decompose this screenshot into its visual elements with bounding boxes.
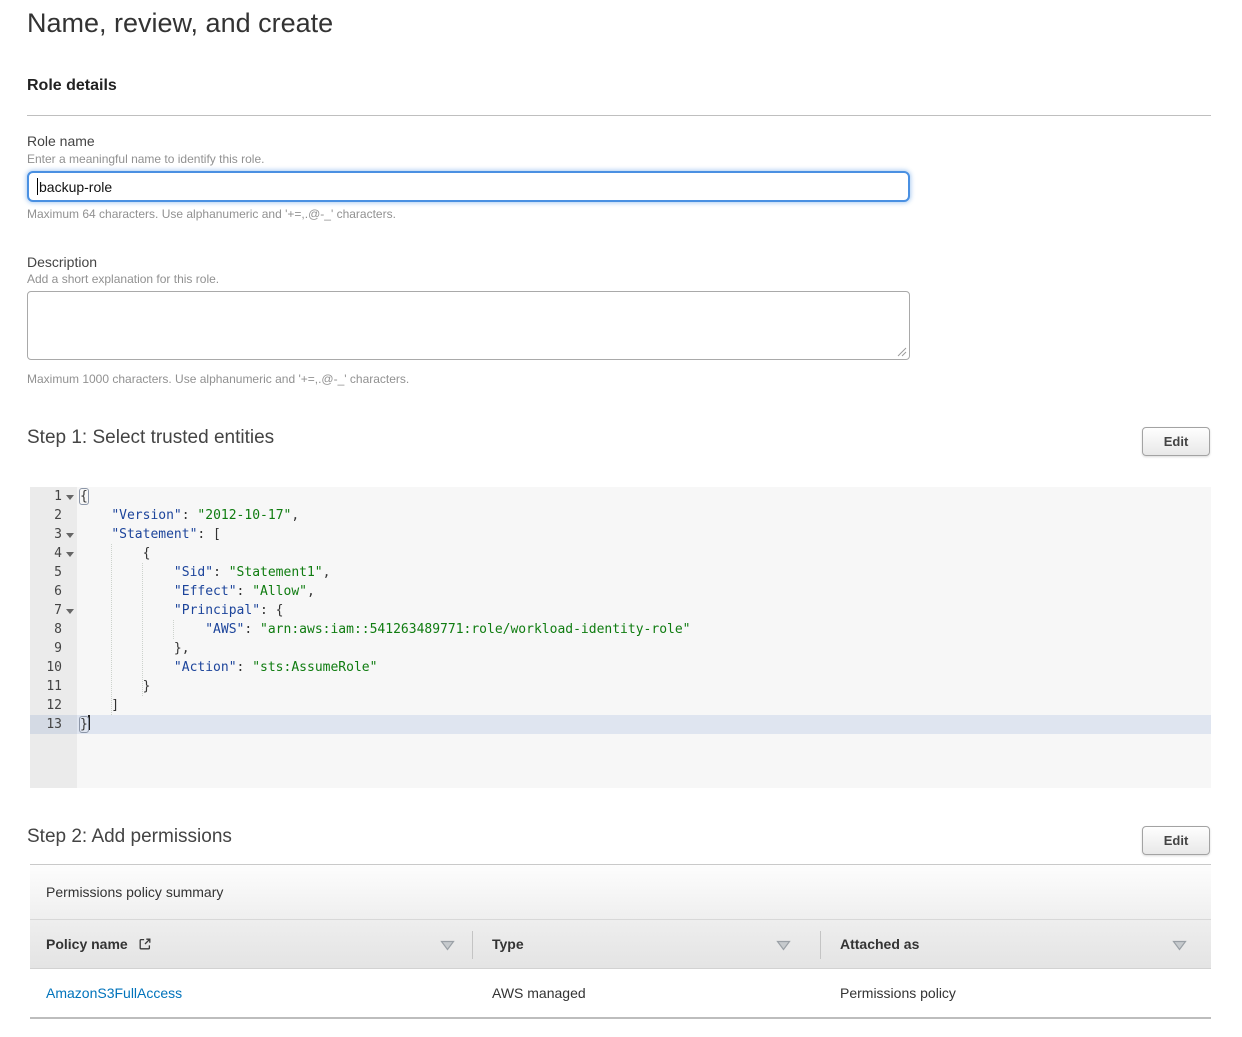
role-name-label: Role name <box>27 133 95 149</box>
gutter-line-number: 11 <box>30 677 77 696</box>
column-header-attached-as: Attached as <box>840 920 919 968</box>
step2-edit-button[interactable]: Edit <box>1142 826 1210 855</box>
step2-heading: Step 2: Add permissions <box>27 826 232 848</box>
gutter-line-number: 8 <box>30 620 77 639</box>
role-name-input[interactable]: backup-role <box>27 171 910 202</box>
permissions-panel-title: Permissions policy summary <box>46 865 223 919</box>
table-body: AmazonS3FullAccess AWS managed Permissions… <box>30 969 1211 1019</box>
gutter-line-number: 9 <box>30 639 77 658</box>
text-cursor <box>37 178 38 195</box>
role-details-divider <box>27 115 1211 116</box>
code-gutter: 12345678910111213 <box>30 487 77 788</box>
permissions-panel-header: Permissions policy summary <box>30 865 1211 919</box>
column-header-policy-name: Policy name <box>46 920 152 968</box>
gutter-line-number: 6 <box>30 582 77 601</box>
resize-handle-icon[interactable] <box>896 346 907 357</box>
description-label: Description <box>27 254 97 270</box>
role-name-value: backup-role <box>39 179 112 195</box>
description-hint: Maximum 1000 characters. Use alphanumeri… <box>27 372 409 386</box>
permissions-table-header: Policy name Type Attached as <box>30 919 1211 969</box>
policy-type-cell: AWS managed <box>492 969 586 1017</box>
trust-policy-editor[interactable]: 12345678910111213 { "Version": "2012-10-… <box>30 487 1211 788</box>
text-cursor <box>88 715 90 730</box>
step1-edit-button[interactable]: Edit <box>1142 427 1210 456</box>
gutter-line-number: 10 <box>30 658 77 677</box>
description-input[interactable] <box>27 291 910 360</box>
column-header-type: Type <box>492 920 524 968</box>
fold-caret-icon[interactable] <box>66 609 74 614</box>
gutter-line-number: 7 <box>30 601 77 620</box>
gutter-line-number: 1 <box>30 487 77 506</box>
code-line: } <box>77 677 1211 696</box>
gutter-line-number: 5 <box>30 563 77 582</box>
gutter-line-number: 3 <box>30 525 77 544</box>
code-line: "Statement": [ <box>77 525 1211 544</box>
fold-caret-icon[interactable] <box>66 552 74 557</box>
table-row: AmazonS3FullAccess AWS managed Permissions… <box>30 969 1211 1019</box>
gutter-line-number: 13 <box>30 715 77 734</box>
filter-triangle-icon[interactable] <box>1172 940 1187 951</box>
code-line: "Principal": { <box>77 601 1211 620</box>
gutter-line-number: 12 <box>30 696 77 715</box>
fold-caret-icon[interactable] <box>66 533 74 538</box>
code-line: "Action": "sts:AssumeRole" <box>77 658 1211 677</box>
role-name-hint: Maximum 64 characters. Use alphanumeric … <box>27 207 396 221</box>
column-separator <box>472 931 473 959</box>
description-help: Add a short explanation for this role. <box>27 272 219 286</box>
role-details-heading: Role details <box>27 77 117 95</box>
code-line: "Sid": "Statement1", <box>77 563 1211 582</box>
code-line: "Effect": "Allow", <box>77 582 1211 601</box>
code-line: { <box>77 487 1211 506</box>
external-link-icon[interactable] <box>138 937 152 951</box>
code-line: }, <box>77 639 1211 658</box>
code-lines: { "Version": "2012-10-17", "Statement": … <box>77 487 1211 734</box>
page-title: Name, review, and create <box>27 8 333 39</box>
policy-name-link[interactable]: AmazonS3FullAccess <box>46 969 182 1017</box>
role-name-help: Enter a meaningful name to identify this… <box>27 152 264 166</box>
fold-caret-icon[interactable] <box>66 495 74 500</box>
code-line: { <box>77 544 1211 563</box>
filter-triangle-icon[interactable] <box>776 940 791 951</box>
code-line: } <box>77 715 1211 734</box>
gutter-line-number: 4 <box>30 544 77 563</box>
step1-heading: Step 1: Select trusted entities <box>27 427 274 449</box>
code-line: ] <box>77 696 1211 715</box>
gutter-line-number: 2 <box>30 506 77 525</box>
code-line: "AWS": "arn:aws:iam::541263489771:role/w… <box>77 620 1211 639</box>
filter-triangle-icon[interactable] <box>440 940 455 951</box>
attached-as-cell: Permissions policy <box>840 969 956 1017</box>
code-line: "Version": "2012-10-17", <box>77 506 1211 525</box>
column-separator <box>820 931 821 959</box>
